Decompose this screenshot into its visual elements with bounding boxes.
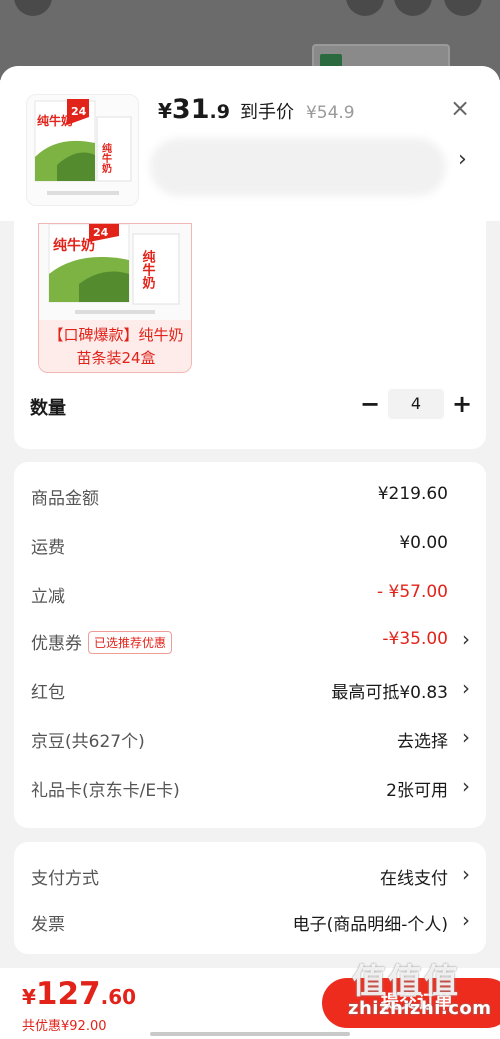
invoice-value: 电子(商品明细-个人)	[292, 915, 448, 935]
svg-text:24: 24	[93, 226, 109, 239]
chevron-right-icon: ›	[462, 676, 470, 700]
svg-text:纯牛奶: 纯牛奶	[53, 237, 95, 254]
chevron-right-icon[interactable]: ›	[458, 148, 474, 172]
chevron-right-icon: ›	[462, 725, 470, 749]
chevron-right-icon: ›	[462, 774, 470, 798]
checkout-bar: ¥127.60 共优惠¥92.00 提交订单	[0, 968, 500, 1039]
svg-text:24: 24	[71, 105, 87, 118]
svg-text:纯牛奶: 纯牛奶	[140, 249, 157, 290]
quantity-title: 数量	[30, 398, 66, 419]
total-symbol: ¥	[22, 985, 36, 1009]
price-row: ¥ 31 .9 到手价 ¥54.9	[158, 94, 355, 125]
fee-row-red-packet[interactable]: 红包 最高可抵¥0.83 ›	[14, 674, 486, 704]
fee-label: 商品金额	[31, 489, 99, 509]
fee-row-shipping: 运费 ¥0.00	[14, 529, 486, 559]
favorite-icon	[346, 0, 384, 16]
chevron-right-icon: ›	[462, 862, 470, 886]
invoice-label: 发票	[31, 915, 65, 935]
fee-row-jd-beans[interactable]: 京豆(共627个) 去选择 ›	[14, 723, 486, 753]
coupon-selected-badge: 已选推荐优惠	[88, 631, 173, 654]
payment-method-value: 在线支付	[380, 869, 448, 889]
price-decimal: .9	[209, 101, 230, 123]
fee-breakdown: 商品金额 ¥219.60 运费 ¥0.00 立减 - ¥57.00 优惠券 已选推…	[14, 462, 486, 828]
svg-text:纯牛奶: 纯牛奶	[100, 142, 112, 174]
variant-option-selected[interactable]: 24 纯牛奶 纯牛奶 【口碑爆款】纯牛奶苗条装24盒	[38, 223, 192, 373]
fee-value: - ¥57.00	[376, 582, 448, 602]
quantity-decrease-button[interactable]: −	[358, 389, 382, 419]
fee-label: 运费	[31, 538, 65, 558]
share-icon	[394, 0, 432, 16]
fee-label: 京豆(共627个)	[31, 732, 145, 752]
fee-value: ¥219.60	[377, 484, 448, 504]
fee-label: 立减	[31, 587, 65, 607]
back-icon	[14, 0, 52, 16]
final-price-tag: 到手价	[239, 102, 294, 123]
fee-value: -¥35.00	[382, 629, 448, 649]
chevron-right-icon: ›	[462, 908, 470, 932]
invoice-row[interactable]: 发票 电子(商品明细-个人) ›	[14, 906, 486, 936]
fee-label: 礼品卡(京东卡/E卡)	[31, 781, 180, 801]
fee-value: 去选择	[397, 732, 448, 752]
fee-row-gift-card[interactable]: 礼品卡(京东卡/E卡) 2张可用 ›	[14, 772, 486, 802]
fee-label: 优惠券 已选推荐优惠	[31, 629, 173, 654]
fee-label: 红包	[31, 683, 65, 703]
fee-value: 最高可抵¥0.83	[331, 683, 448, 703]
submit-order-button[interactable]: 提交订单	[322, 978, 500, 1028]
total-integer: 127	[35, 976, 101, 1012]
order-sheet: 24 纯牛奶 纯牛奶 ¥ 31 .9 到手价 ¥54.9 × › 24 纯牛奶 …	[0, 66, 500, 1039]
fee-value: ¥0.00	[399, 533, 448, 553]
close-icon[interactable]: ×	[448, 96, 472, 120]
fee-row-goods-amount: 商品金额 ¥219.60	[14, 480, 486, 510]
price-integer: 31	[171, 94, 210, 125]
fee-row-coupon[interactable]: 优惠券 已选推荐优惠 -¥35.00 ›	[14, 625, 486, 655]
fee-value: 2张可用	[386, 781, 448, 801]
quantity-increase-button[interactable]: +	[450, 389, 474, 419]
more-icon	[444, 0, 482, 16]
payment-method-label: 支付方式	[31, 869, 99, 889]
fee-row-discount: 立减 - ¥57.00	[14, 578, 486, 608]
variant-label: 【口碑爆款】纯牛奶苗条装24盒	[39, 320, 191, 372]
chevron-right-icon: ›	[462, 627, 470, 651]
payment-card: 支付方式 在线支付 › 发票 电子(商品明细-个人) ›	[14, 842, 486, 954]
product-thumbnail[interactable]: 24 纯牛奶 纯牛奶	[26, 94, 139, 206]
variant-image: 24 纯牛奶 纯牛奶	[39, 224, 191, 320]
quantity-input[interactable]: 4	[388, 389, 444, 419]
svg-text:纯牛奶: 纯牛奶	[37, 113, 73, 128]
blurred-address[interactable]	[150, 138, 446, 196]
payment-method-row[interactable]: 支付方式 在线支付 ›	[14, 860, 486, 890]
total-decimal: .60	[100, 985, 137, 1009]
milk-box-image: 24 纯牛奶 纯牛奶	[39, 224, 191, 320]
original-price: ¥54.9	[305, 103, 355, 123]
total-savings: 共优惠¥92.00	[22, 1019, 107, 1034]
milk-box-image: 24 纯牛奶 纯牛奶	[27, 95, 138, 205]
home-indicator[interactable]	[150, 1032, 350, 1036]
product-summary: 24 纯牛奶 纯牛奶 ¥ 31 .9 到手价 ¥54.9 × ›	[0, 66, 500, 221]
total-price: ¥127.60	[22, 976, 136, 1012]
product-card: 24 纯牛奶 纯牛奶 【口碑爆款】纯牛奶苗条装24盒 数量 − 4 +	[14, 221, 486, 449]
price-symbol: ¥	[158, 99, 172, 123]
